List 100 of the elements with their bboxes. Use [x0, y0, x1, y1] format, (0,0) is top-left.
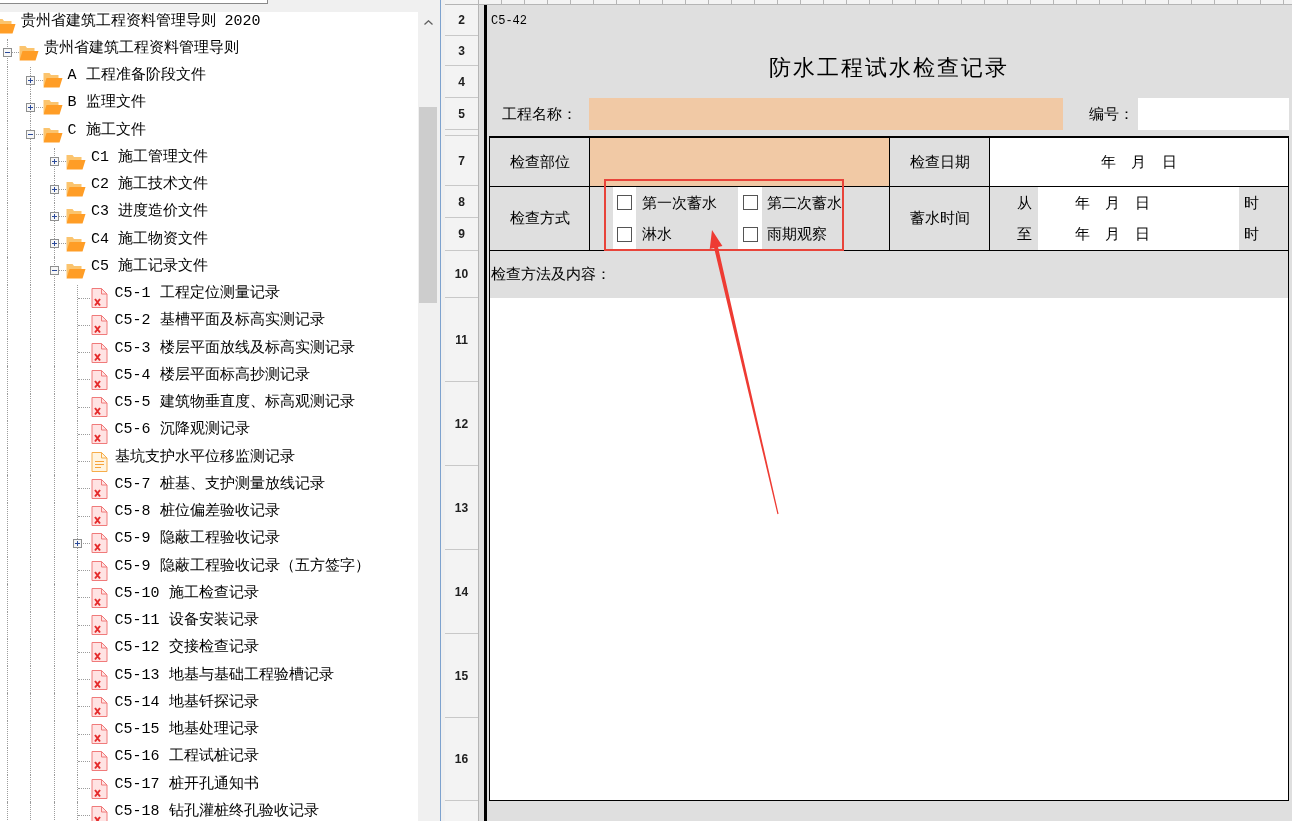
tree-item[interactable]: C5-10 施工检查记录 — [114, 584, 259, 602]
document-x-icon — [91, 478, 108, 499]
tree-item[interactable]: C5-11 设备安装记录 — [114, 612, 259, 629]
tree-item[interactable]: C5-13 地基与基础工程验槽记录 — [114, 666, 334, 684]
scrollbar-thumb[interactable] — [419, 107, 437, 303]
row-header[interactable]: 9 — [445, 218, 478, 251]
tree-item[interactable]: C5-16 工程试桩记录 — [114, 748, 259, 766]
tree-item[interactable]: C2 施工技术文件 — [91, 176, 208, 193]
checkbox-label: 雨期观察 — [767, 224, 827, 244]
plus-box-icon[interactable] — [26, 102, 35, 112]
inspection-date-label: 检查日期 — [909, 151, 970, 172]
row-header[interactable]: 4 — [445, 66, 478, 98]
tree-item[interactable]: C 施工文件 — [67, 121, 146, 139]
scroll-up-icon[interactable] — [423, 19, 433, 25]
tree-item[interactable]: C5-2 基槽平面及标高实测记录 — [114, 312, 325, 330]
row-header[interactable]: 5 — [445, 98, 478, 130]
tree-item[interactable]: C5-5 建筑物垂直度、标高观测记录 — [114, 394, 355, 411]
from-label: 从 — [1017, 192, 1032, 213]
folder-icon — [66, 235, 86, 252]
folder-icon — [42, 72, 63, 89]
row-header[interactable]: 3 — [445, 36, 478, 66]
document-x-icon — [91, 751, 108, 772]
date-field[interactable]: 年 月 日 — [990, 138, 1288, 186]
folder-icon — [66, 153, 86, 170]
row-header[interactable]: 7 — [445, 136, 478, 186]
row-header[interactable]: 11 — [445, 298, 478, 382]
hour-label: 时 — [1244, 192, 1259, 213]
date-field[interactable]: 年 月 日 — [1038, 187, 1239, 219]
checkbox[interactable] — [742, 226, 758, 242]
checkbox-label: 淋水 — [642, 224, 672, 244]
tree-item[interactable]: B 监理文件 — [67, 94, 146, 112]
folder-icon — [42, 99, 63, 116]
row-header[interactable]: 14 — [445, 550, 478, 634]
plus-box-icon[interactable] — [26, 75, 35, 85]
tree-item[interactable]: C3 进度造价文件 — [91, 203, 208, 221]
inspection-part-label: 检查部位 — [509, 151, 570, 172]
row-header[interactable]: 8 — [445, 186, 478, 218]
plus-box-icon[interactable] — [49, 239, 59, 248]
tree-item[interactable]: C1 施工管理文件 — [91, 148, 208, 166]
tree-item[interactable]: C5-8 桩位偏差验收记录 — [114, 503, 280, 520]
tree-item[interactable]: C5-9 隐蔽工程验收记录 — [114, 530, 280, 548]
folder-icon — [66, 262, 86, 279]
tree-item[interactable]: C5 施工记录文件 — [91, 257, 208, 275]
folder-icon — [66, 208, 86, 225]
document-x-icon — [91, 397, 108, 418]
checkbox[interactable] — [617, 195, 632, 211]
folder-icon — [42, 126, 63, 143]
row-header[interactable]: 16 — [445, 718, 478, 801]
row-header[interactable]: 15 — [445, 634, 478, 718]
checkbox[interactable] — [617, 226, 632, 242]
number-field[interactable] — [1138, 98, 1289, 130]
document-x-icon — [91, 696, 108, 717]
document-icon — [91, 451, 108, 472]
checkbox[interactable] — [742, 195, 758, 211]
tree-item[interactable]: C5-9 隐蔽工程验收记录（五方签字） — [114, 557, 370, 575]
plus-box-icon[interactable] — [49, 211, 59, 221]
folder-icon — [0, 17, 16, 34]
plus-box-icon[interactable] — [49, 184, 59, 194]
input-field[interactable] — [0, 0, 268, 4]
minus-box-icon[interactable] — [49, 266, 59, 276]
tree-item[interactable]: C4 施工物资文件 — [91, 230, 208, 248]
number-label: 编号： — [1089, 103, 1134, 124]
tree-item[interactable]: C5-4 楼层平面标高抄测记录 — [114, 366, 310, 384]
document-x-icon — [91, 805, 108, 821]
row-header[interactable]: 10 — [445, 251, 478, 298]
tree-item[interactable]: 贵州省建筑工程资料管理导则 2020 — [20, 12, 261, 30]
inspection-part-field[interactable] — [590, 138, 890, 186]
project-name-label: 工程名称： — [502, 103, 577, 124]
document-x-icon — [91, 560, 108, 581]
tree-item[interactable]: C5-12 交接检查记录 — [114, 639, 259, 657]
row-header[interactable]: 12 — [445, 382, 478, 466]
plus-box-icon[interactable] — [49, 157, 59, 167]
tree-item[interactable]: C5-1 工程定位测量记录 — [114, 285, 280, 302]
document-x-icon — [91, 724, 108, 745]
tree-item[interactable]: C5-17 桩开孔通知书 — [114, 775, 259, 793]
tree-item[interactable]: C5-7 桩基、支护测量放线记录 — [114, 475, 325, 493]
minus-box-icon[interactable] — [2, 48, 12, 58]
tree-item[interactable]: C5-18 钻孔灌桩终孔验收记录 — [114, 802, 319, 820]
minus-box-icon[interactable] — [26, 130, 35, 139]
document-x-icon — [91, 369, 108, 390]
document-x-icon — [91, 587, 108, 608]
hour-label: 时 — [1244, 224, 1259, 244]
tree-item[interactable]: A 工程准备阶段文件 — [67, 67, 206, 84]
inspection-method-label: 检查方式 — [509, 208, 570, 229]
row-header[interactable]: 2 — [445, 5, 478, 36]
project-name-field[interactable] — [589, 98, 1063, 130]
tree-item[interactable]: 贵州省建筑工程资料管理导则 — [44, 39, 239, 57]
date-field[interactable]: 年 月 日 — [1038, 218, 1239, 250]
document-x-icon — [91, 642, 108, 663]
tree-item[interactable]: C5-15 地基处理记录 — [114, 721, 259, 738]
checkbox-label: 第二次蓄水 — [767, 192, 842, 213]
storage-time-label: 蓄水时间 — [909, 208, 970, 229]
tree-item[interactable]: C5-6 沉降观测记录 — [114, 421, 250, 439]
row-header[interactable]: 13 — [445, 466, 478, 550]
content-label: 检查方法及内容： — [491, 264, 611, 285]
tree-item[interactable]: C5-14 地基钎探记录 — [114, 693, 259, 711]
plus-box-icon[interactable] — [73, 538, 82, 548]
tree-item[interactable]: 基坑支护水平位移监测记录 — [114, 448, 295, 466]
tree-item[interactable]: C5-3 楼层平面放线及标高实测记录 — [114, 339, 355, 357]
checkbox-label: 第一次蓄水 — [642, 192, 717, 213]
